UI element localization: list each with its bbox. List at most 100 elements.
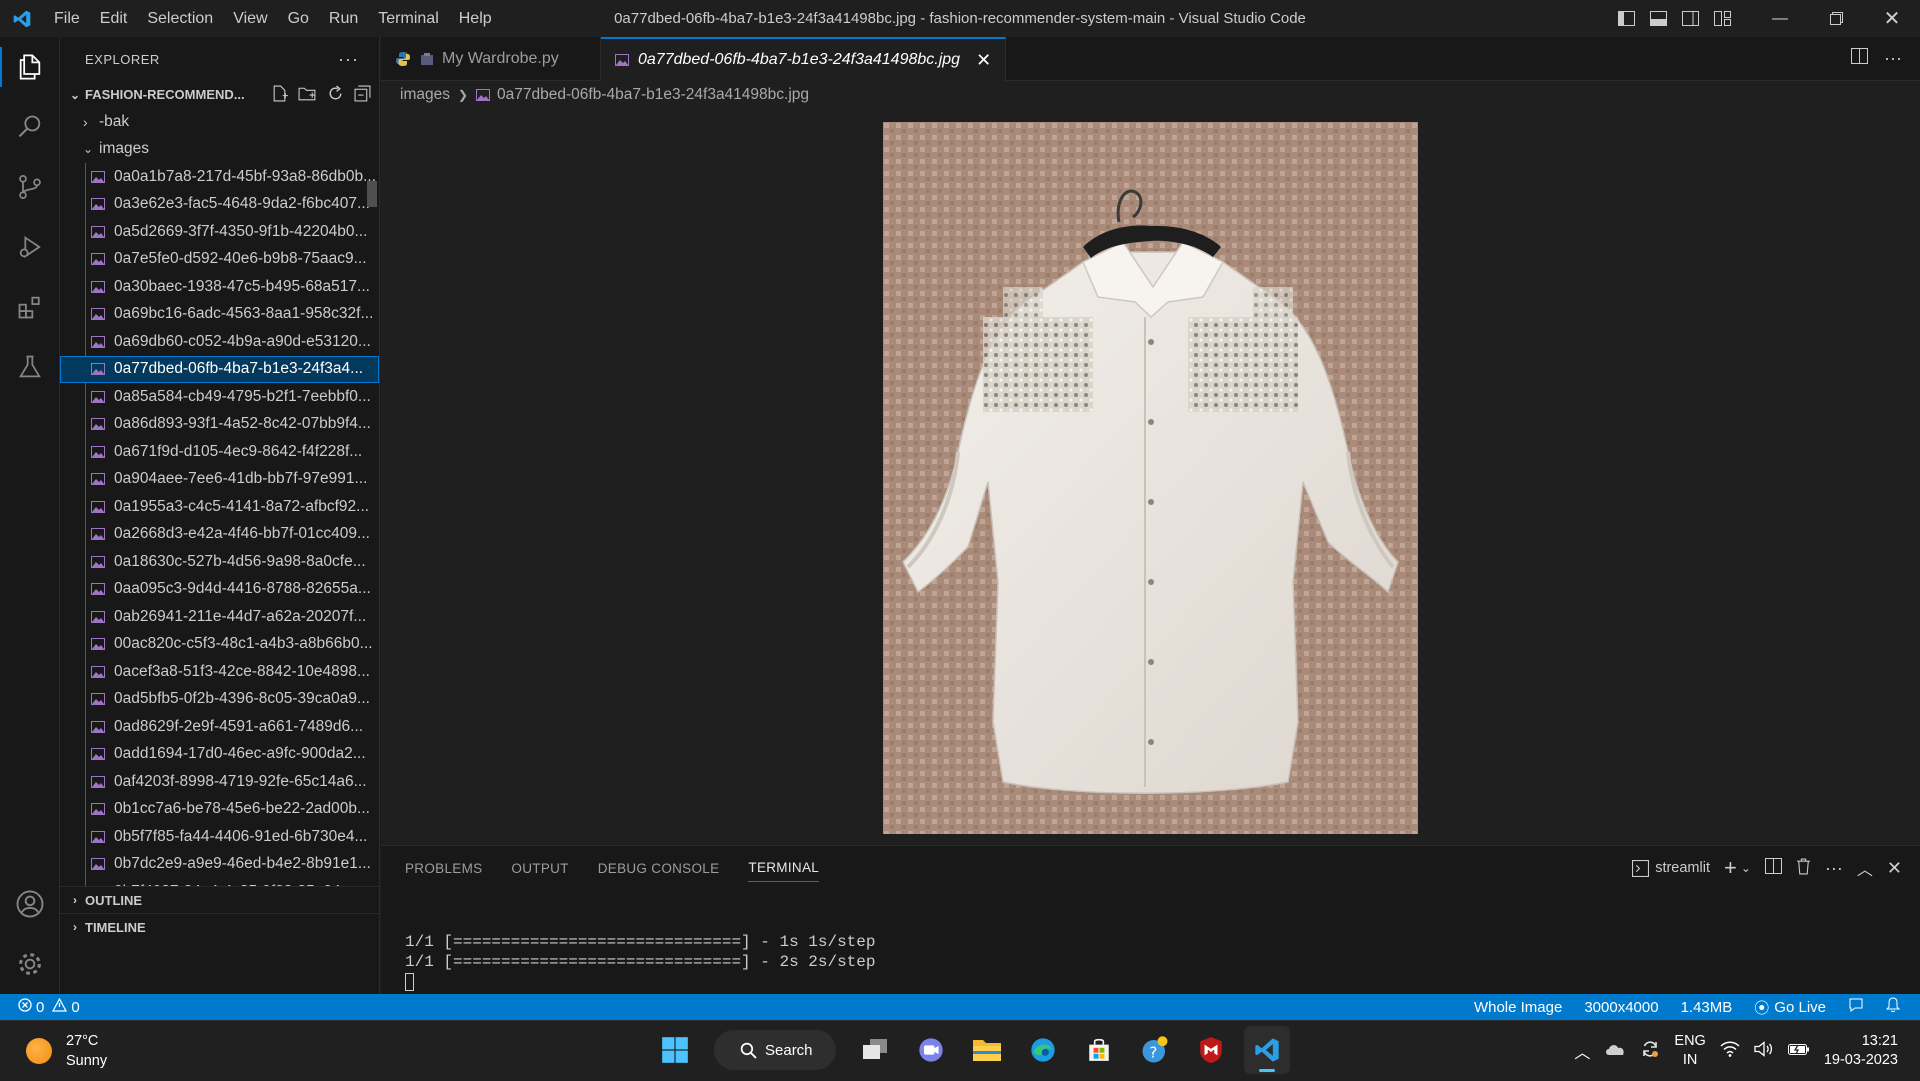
zoom-status[interactable]: Whole Image — [1474, 999, 1562, 1016]
folder-bak[interactable]: › -bak — [60, 108, 379, 136]
tab-terminal[interactable]: TERMINAL — [748, 854, 819, 882]
explorer-icon[interactable] — [0, 37, 60, 97]
tab-my-wardrobe[interactable]: My Wardrobe.py — [381, 37, 601, 81]
customize-layout-icon[interactable] — [1706, 0, 1738, 37]
sync-icon[interactable] — [1640, 1039, 1660, 1063]
file-item[interactable]: 0a7e5fe0-d592-40e6-b9b8-75aac9... — [60, 246, 379, 274]
file-item[interactable]: 0acef3a8-51f3-42ce-8842-10e4898... — [60, 658, 379, 686]
menu-view[interactable]: View — [223, 0, 277, 37]
toggle-panel-icon[interactable] — [1642, 0, 1674, 37]
restore-icon[interactable] — [1808, 0, 1864, 37]
mcafee-icon[interactable] — [1188, 1026, 1234, 1074]
file-item[interactable]: 0a5d2669-3f7f-4350-9f1b-42204b0... — [60, 218, 379, 246]
file-item[interactable]: 0a86d893-93f1-4a52-8c42-07bb9f4... — [60, 411, 379, 439]
menu-file[interactable]: File — [44, 0, 90, 37]
file-item[interactable]: 0aa095c3-9d4d-4416-8788-82655a... — [60, 576, 379, 604]
wifi-icon[interactable] — [1720, 1041, 1740, 1061]
breadcrumb-folder[interactable]: images — [400, 86, 450, 104]
task-view-icon[interactable] — [852, 1026, 898, 1074]
new-terminal-icon[interactable]: + — [1724, 855, 1737, 881]
file-item[interactable]: 0ad5bfb5-0f2b-4396-8c05-39ca0a9... — [60, 686, 379, 714]
source-control-icon[interactable] — [0, 157, 60, 217]
go-live-button[interactable]: ⦿ Go Live — [1754, 997, 1826, 1018]
close-window-icon[interactable]: ✕ — [1864, 0, 1920, 37]
onedrive-icon[interactable] — [1604, 1041, 1626, 1061]
file-item[interactable]: 0a2668d3-e42a-4f46-bb7f-01cc409... — [60, 521, 379, 549]
menu-go[interactable]: Go — [278, 0, 319, 37]
more-actions-icon[interactable]: ··· — [338, 49, 359, 70]
split-terminal-icon[interactable] — [1765, 858, 1782, 878]
problems-status[interactable]: 0 0 — [0, 998, 80, 1016]
toggle-primary-sidebar-icon[interactable] — [1610, 0, 1642, 37]
battery-icon[interactable] — [1788, 1042, 1810, 1060]
microsoft-store-icon[interactable] — [1076, 1026, 1122, 1074]
taskbar-search[interactable]: Search — [714, 1030, 836, 1070]
split-editor-icon[interactable] — [1851, 48, 1868, 69]
editor-more-actions-icon[interactable]: ··· — [1884, 48, 1902, 69]
breadcrumb-file[interactable]: 0a77dbed-06fb-4ba7-b1e3-24f3a41498bc.jpg — [497, 86, 809, 104]
search-icon[interactable] — [0, 97, 60, 157]
timeline-section[interactable]: › TIMELINE — [60, 913, 379, 940]
start-windows-icon[interactable] — [652, 1026, 698, 1074]
sidebar-scrollbar[interactable] — [367, 181, 377, 207]
bell-icon[interactable] — [1886, 997, 1900, 1017]
clock[interactable]: 13:21 19-03-2023 — [1824, 1032, 1898, 1070]
outline-section[interactable]: › OUTLINE — [60, 886, 379, 913]
vscode-logo-icon[interactable] — [0, 0, 44, 37]
new-file-icon[interactable] — [271, 85, 288, 105]
file-item[interactable]: 0a85a584-cb49-4795-b2f1-7eebbf0... — [60, 383, 379, 411]
file-item[interactable]: 0a3e62e3-fac5-4648-9da2-f6bc407... — [60, 191, 379, 219]
accounts-icon[interactable] — [0, 874, 60, 934]
file-item[interactable]: 0af4203f-8998-4719-92fe-65c14a6... — [60, 768, 379, 796]
close-panel-icon[interactable]: ✕ — [1887, 858, 1902, 879]
file-item[interactable]: 0a1955a3-c4c5-4141-8a72-afbcf92... — [60, 493, 379, 521]
testing-icon[interactable] — [0, 337, 60, 397]
file-item[interactable]: 0a0a1b7a8-217d-45bf-93a8-86db0b... — [60, 163, 379, 191]
file-item[interactable]: 0a69db60-c052-4b9a-a90d-e53120... — [60, 328, 379, 356]
file-item[interactable]: 0ab26941-211e-44d7-a62a-20207f... — [60, 603, 379, 631]
chevron-down-icon[interactable]: ⌄ — [1741, 861, 1751, 875]
toggle-secondary-sidebar-icon[interactable] — [1674, 0, 1706, 37]
file-item[interactable]: 0b7f4987-34e4-4c85-9f28-35e04ae... — [60, 878, 379, 886]
new-folder-icon[interactable] — [298, 85, 317, 105]
volume-icon[interactable] — [1754, 1041, 1774, 1061]
close-tab-icon[interactable]: ✕ — [976, 50, 991, 71]
file-item[interactable]: 0a30baec-1938-47c5-b495-68a517... — [60, 273, 379, 301]
file-item[interactable]: 0a69bc16-6adc-4563-8aa1-958c32f... — [60, 301, 379, 329]
teams-chat-icon[interactable] — [908, 1026, 954, 1074]
edge-browser-icon[interactable] — [1020, 1026, 1066, 1074]
show-hidden-icons-icon[interactable]: ︿ — [1574, 1039, 1590, 1063]
run-debug-icon[interactable] — [0, 217, 60, 277]
weather-widget[interactable]: 27°C Sunny — [26, 1031, 107, 1071]
extensions-icon[interactable] — [0, 277, 60, 337]
refresh-icon[interactable] — [327, 85, 344, 105]
get-help-icon[interactable]: ? — [1132, 1026, 1178, 1074]
collapse-all-icon[interactable] — [354, 85, 371, 105]
file-item[interactable]: 0ad8629f-2e9f-4591-a661-7489d6... — [60, 713, 379, 741]
tab-debug-console[interactable]: DEBUG CONSOLE — [598, 846, 720, 890]
menu-run[interactable]: Run — [319, 0, 368, 37]
manage-gear-icon[interactable] — [0, 934, 60, 994]
file-item[interactable]: 0add1694-17d0-46ec-a9fc-900da2... — [60, 741, 379, 769]
trash-icon[interactable] — [1796, 858, 1811, 879]
file-item[interactable]: 0a671f9d-d105-4ec9-8642-f4f228f... — [60, 438, 379, 466]
workspace-root[interactable]: ⌄ FASHION-RECOMMEND... — [60, 81, 379, 108]
file-explorer-icon[interactable] — [964, 1026, 1010, 1074]
file-item[interactable]: 0a18630c-527b-4d56-9a98-8a0cfe... — [60, 548, 379, 576]
file-item[interactable]: 0b7dc2e9-a9e9-46ed-b4e2-8b91e1... — [60, 851, 379, 879]
minimize-icon[interactable]: — — [1752, 0, 1808, 37]
folder-images[interactable]: ⌄ images — [60, 136, 379, 164]
feedback-icon[interactable] — [1848, 997, 1864, 1017]
menu-selection[interactable]: Selection — [137, 0, 223, 37]
menu-edit[interactable]: Edit — [90, 0, 138, 37]
terminal-selector[interactable]: streamlit — [1632, 860, 1710, 877]
tab-output[interactable]: OUTPUT — [511, 846, 568, 890]
shirt-photo[interactable] — [883, 122, 1418, 834]
file-item[interactable]: 0a77dbed-06fb-4ba7-b1e3-24f3a4... — [60, 356, 379, 384]
menu-help[interactable]: Help — [449, 0, 502, 37]
vscode-taskbar-icon[interactable] — [1244, 1026, 1290, 1074]
panel-more-actions-icon[interactable]: ··· — [1825, 858, 1843, 879]
tab-problems[interactable]: PROBLEMS — [405, 846, 482, 890]
language-indicator[interactable]: ENG IN — [1674, 1032, 1705, 1070]
tab-image-file[interactable]: 0a77dbed-06fb-4ba7-b1e3-24f3a41498bc.jpg… — [601, 37, 1006, 81]
